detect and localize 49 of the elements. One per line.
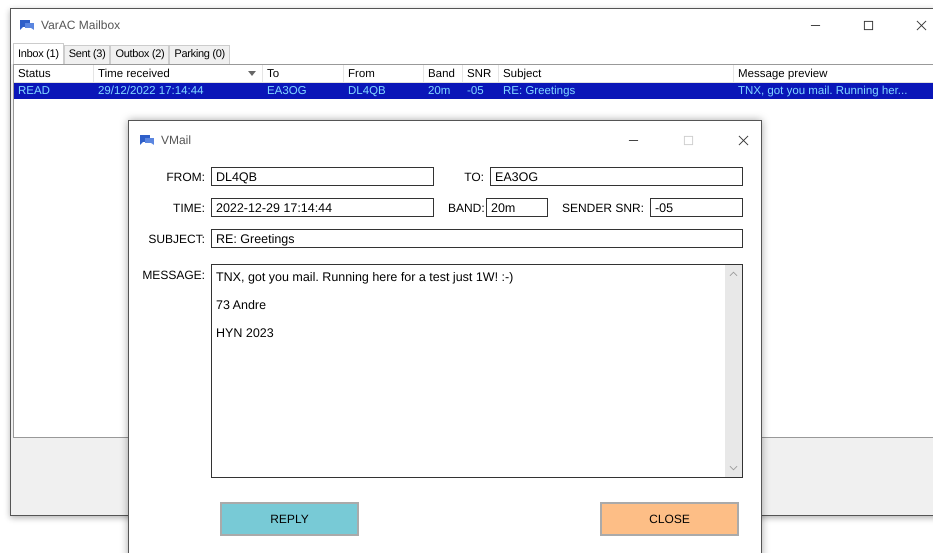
reply-button[interactable]: REPLY [220,502,359,536]
close-icon[interactable] [916,20,927,30]
message-line: TNX, got you mail. Running here for a test just 1W! :-) [216,270,514,284]
text-field[interactable]: -05 [650,198,743,217]
column-header[interactable]: Time received [94,65,263,82]
table-cell-text: DL4QB [347,85,387,97]
text-field[interactable]: EA3OG [490,167,743,186]
window-title: VarAC Mailbox [41,18,120,32]
sort-arrow-icon [248,71,256,76]
text-field[interactable]: RE: Greetings [211,229,743,248]
field-label: TIME: [172,200,206,214]
message-line: HYN 2023 [216,326,275,340]
close-icon[interactable] [738,134,749,146]
table-cell-text: -05 [466,85,485,97]
chat-icon [139,133,155,147]
maximize-icon [683,134,694,146]
text-field[interactable]: 20m [486,198,548,217]
table-cell-text: TNX, got you mail. Running her... [737,85,908,97]
table-cell-text: READ [17,85,51,97]
table-cell-text: 20m [427,85,452,97]
column-header[interactable]: To [263,65,344,82]
tab[interactable]: Parking (0) [169,45,230,64]
table-cell-text: RE: Greetings [502,85,576,97]
message-line: 73 Andre [216,298,268,312]
field-label: MESSAGE: [141,267,206,282]
column-header[interactable]: From [344,65,424,82]
column-header[interactable]: Subject [499,65,734,82]
text-field[interactable]: 2022-12-29 17:14:44 [211,198,434,217]
message-area[interactable]: TNX, got you mail. Running here for a test just 1W! :-) 73 Andre HYN 2023 [211,264,743,478]
column-header[interactable]: Status [14,65,94,82]
tab[interactable]: Sent (3) [64,45,110,64]
field-label: BAND: [448,200,486,214]
text-field[interactable]: DL4QB [211,167,434,186]
field-label: TO: [463,170,485,184]
field-label: SENDER SNR: [562,200,646,214]
column-header[interactable]: Message preview [734,65,933,82]
table-cell-text: 29/12/2022 17:14:44 [97,85,205,97]
tab[interactable]: Outbox (2) [110,45,170,64]
table-cell-text: EA3OG [266,85,308,97]
maximize-icon[interactable] [863,20,874,30]
column-header[interactable]: Band [424,65,463,82]
dialog-title: VMail [161,133,192,147]
column-header[interactable]: SNR [463,65,499,82]
close-button[interactable]: CLOSE [600,502,739,536]
chat-icon [19,18,35,32]
field-label: SUBJECT: [147,232,206,246]
field-label: FROM: [165,170,206,184]
table-row[interactable]: READ 29/12/2022 17:14:44 EA3OG DL4QB 20m -05 RE: Greetings TNX, got you mail. Running her... [14,83,933,99]
tab[interactable]: Inbox (1) [13,43,64,64]
